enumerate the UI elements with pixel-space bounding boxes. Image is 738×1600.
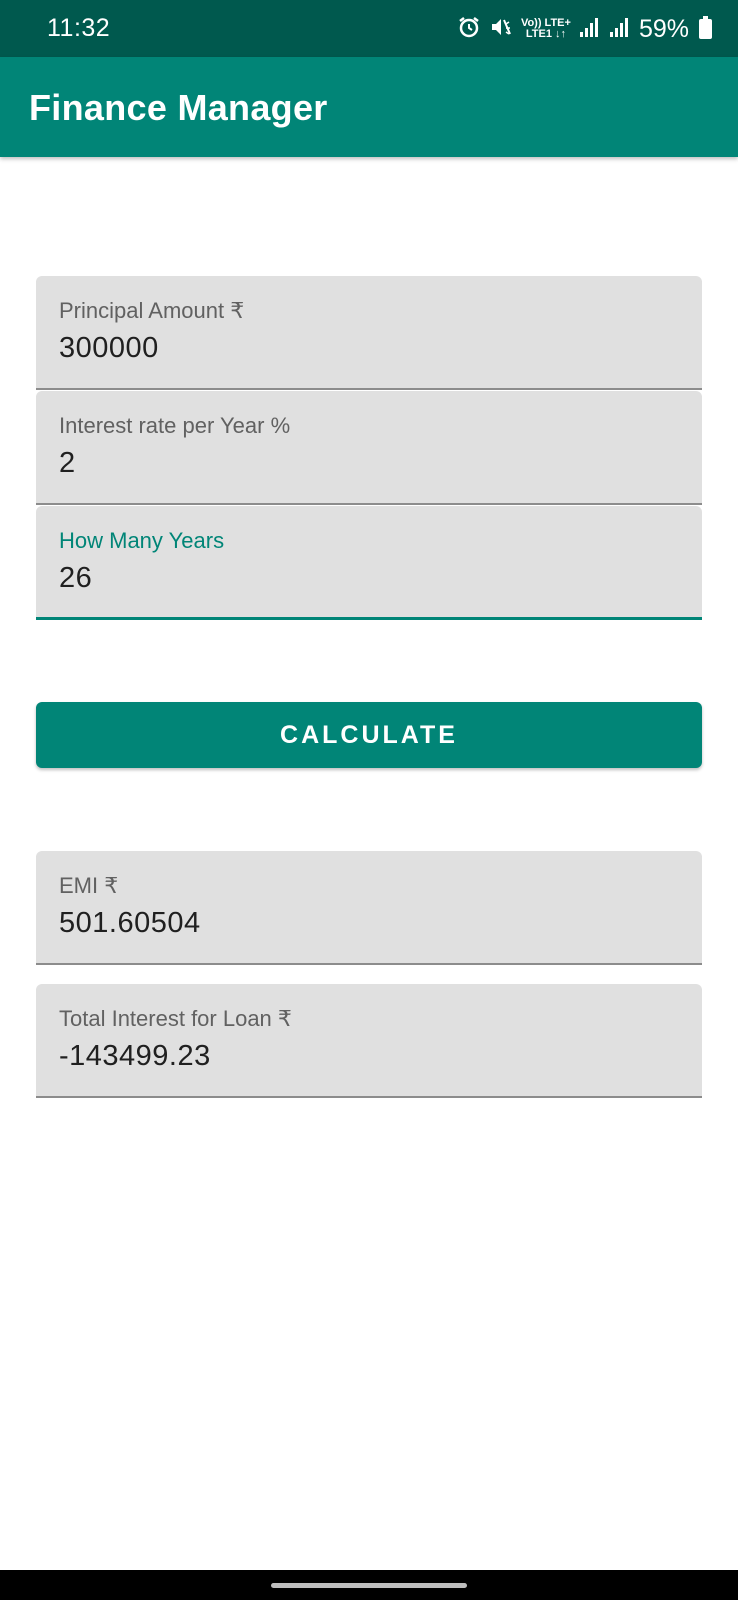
years-value: 26 xyxy=(59,562,93,594)
app-bar: Finance Manager xyxy=(0,57,738,157)
emi-field[interactable]: EMI ₹ 501.60504 xyxy=(36,851,702,965)
total-interest-value: -143499.23 xyxy=(59,1040,211,1072)
principal-amount-label: Principal Amount ₹ xyxy=(59,298,245,323)
volte-bottom: LTE1 ↓↑ xyxy=(525,28,567,40)
system-nav-bar xyxy=(0,1570,738,1600)
total-interest-label: Total Interest for Loan ₹ xyxy=(59,1006,292,1031)
status-time: 11:32 xyxy=(47,14,111,42)
interest-rate-value: 2 xyxy=(59,447,76,479)
alarm-icon xyxy=(457,15,481,44)
years-field[interactable]: How Many Years 26 xyxy=(36,506,702,620)
status-bar: 11:32 Vo)) LTE+ LTE1 ↓↑ 59% xyxy=(0,0,738,57)
status-icons: Vo)) LTE+ LTE1 ↓↑ 59% xyxy=(457,12,712,46)
emi-label: EMI ₹ xyxy=(59,873,119,898)
signal-icon xyxy=(579,16,601,43)
signal-icon xyxy=(609,16,631,43)
total-interest-field[interactable]: Total Interest for Loan ₹ -143499.23 xyxy=(36,984,702,1098)
interest-rate-field[interactable]: Interest rate per Year % 2 xyxy=(36,391,702,505)
app-title: Finance Manager xyxy=(29,87,328,128)
battery-percent: 59% xyxy=(638,14,689,43)
years-label: How Many Years xyxy=(59,528,225,553)
network-type: Vo)) LTE+ LTE1 ↓↑ xyxy=(521,18,571,40)
principal-amount-field[interactable]: Principal Amount ₹ 300000 xyxy=(36,276,702,390)
mute-icon xyxy=(489,15,513,44)
battery-icon xyxy=(699,16,712,39)
calculate-button[interactable]: CALCULATE xyxy=(36,702,702,768)
home-gesture-handle[interactable] xyxy=(271,1583,467,1588)
interest-rate-label: Interest rate per Year % xyxy=(59,413,291,438)
emi-value: 501.60504 xyxy=(59,907,201,939)
principal-amount-value: 300000 xyxy=(59,332,159,364)
